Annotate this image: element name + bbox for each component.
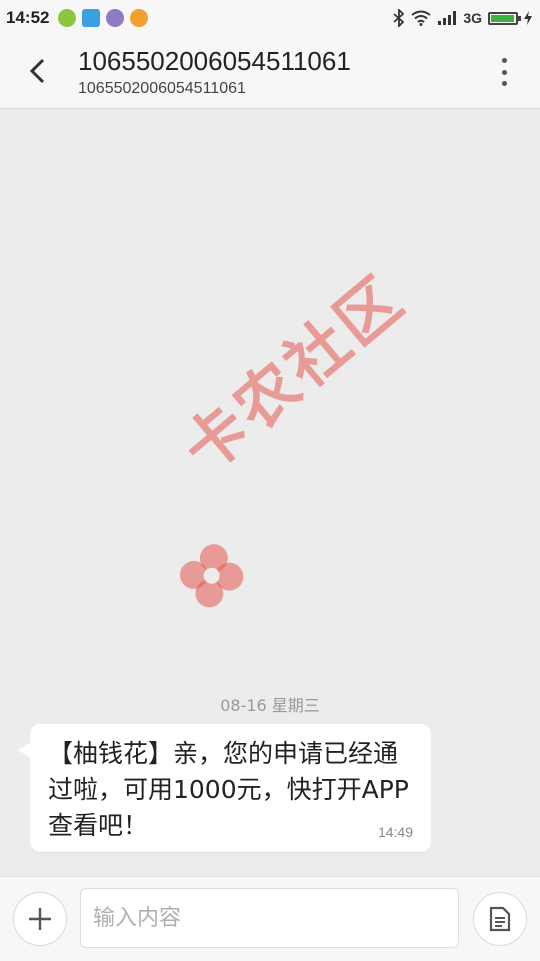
wifi-icon [411,10,431,26]
battery-icon [488,11,521,25]
status-indicators: 3G [393,6,532,30]
battery-level [491,14,515,22]
watermark-text: 卡农社区 [168,261,419,487]
message-bubble[interactable]: 【柚钱花】亲，您的申请已经通过啦，可用1000元，快打开APP查看吧！ 14:4… [18,724,431,852]
message-input[interactable] [80,888,459,948]
app-icon-blue [82,9,100,27]
network-type: 3G [463,10,482,26]
contact-number: 1065502006054511061 [78,80,246,97]
plus-icon [29,908,51,930]
message-time: 14:49 [377,824,413,840]
date-divider: 08-16 星期三 [220,696,320,715]
conversation-header: 1065502006054511061 1065502006054511061 [0,36,540,109]
charging-icon [524,11,532,25]
more-options-button[interactable] [492,58,516,86]
status-bar: 14:52 3G [0,0,540,36]
status-time: 14:52 [6,8,50,27]
document-icon [489,906,511,932]
more-dot-icon [501,81,507,86]
bluetooth-icon [393,9,405,27]
back-button[interactable] [20,54,54,88]
back-arrow-icon [29,58,45,84]
signal-icon [438,11,457,25]
app-icon-green [58,9,76,27]
app-icon-orange [130,9,148,27]
app-icon-purple [106,9,124,27]
composer-bar [0,876,540,961]
quick-text-button[interactable] [473,892,527,946]
add-attachment-button[interactable] [13,892,67,946]
message-text: 【柚钱花】亲，您的申请已经通过啦，可用1000元，快打开APP查看吧！ [48,739,409,840]
more-dot-icon [501,69,507,75]
more-dot-icon [501,58,507,63]
watermark-logo [179,544,244,608]
contact-title: 1065502006054511061 [78,46,351,76]
